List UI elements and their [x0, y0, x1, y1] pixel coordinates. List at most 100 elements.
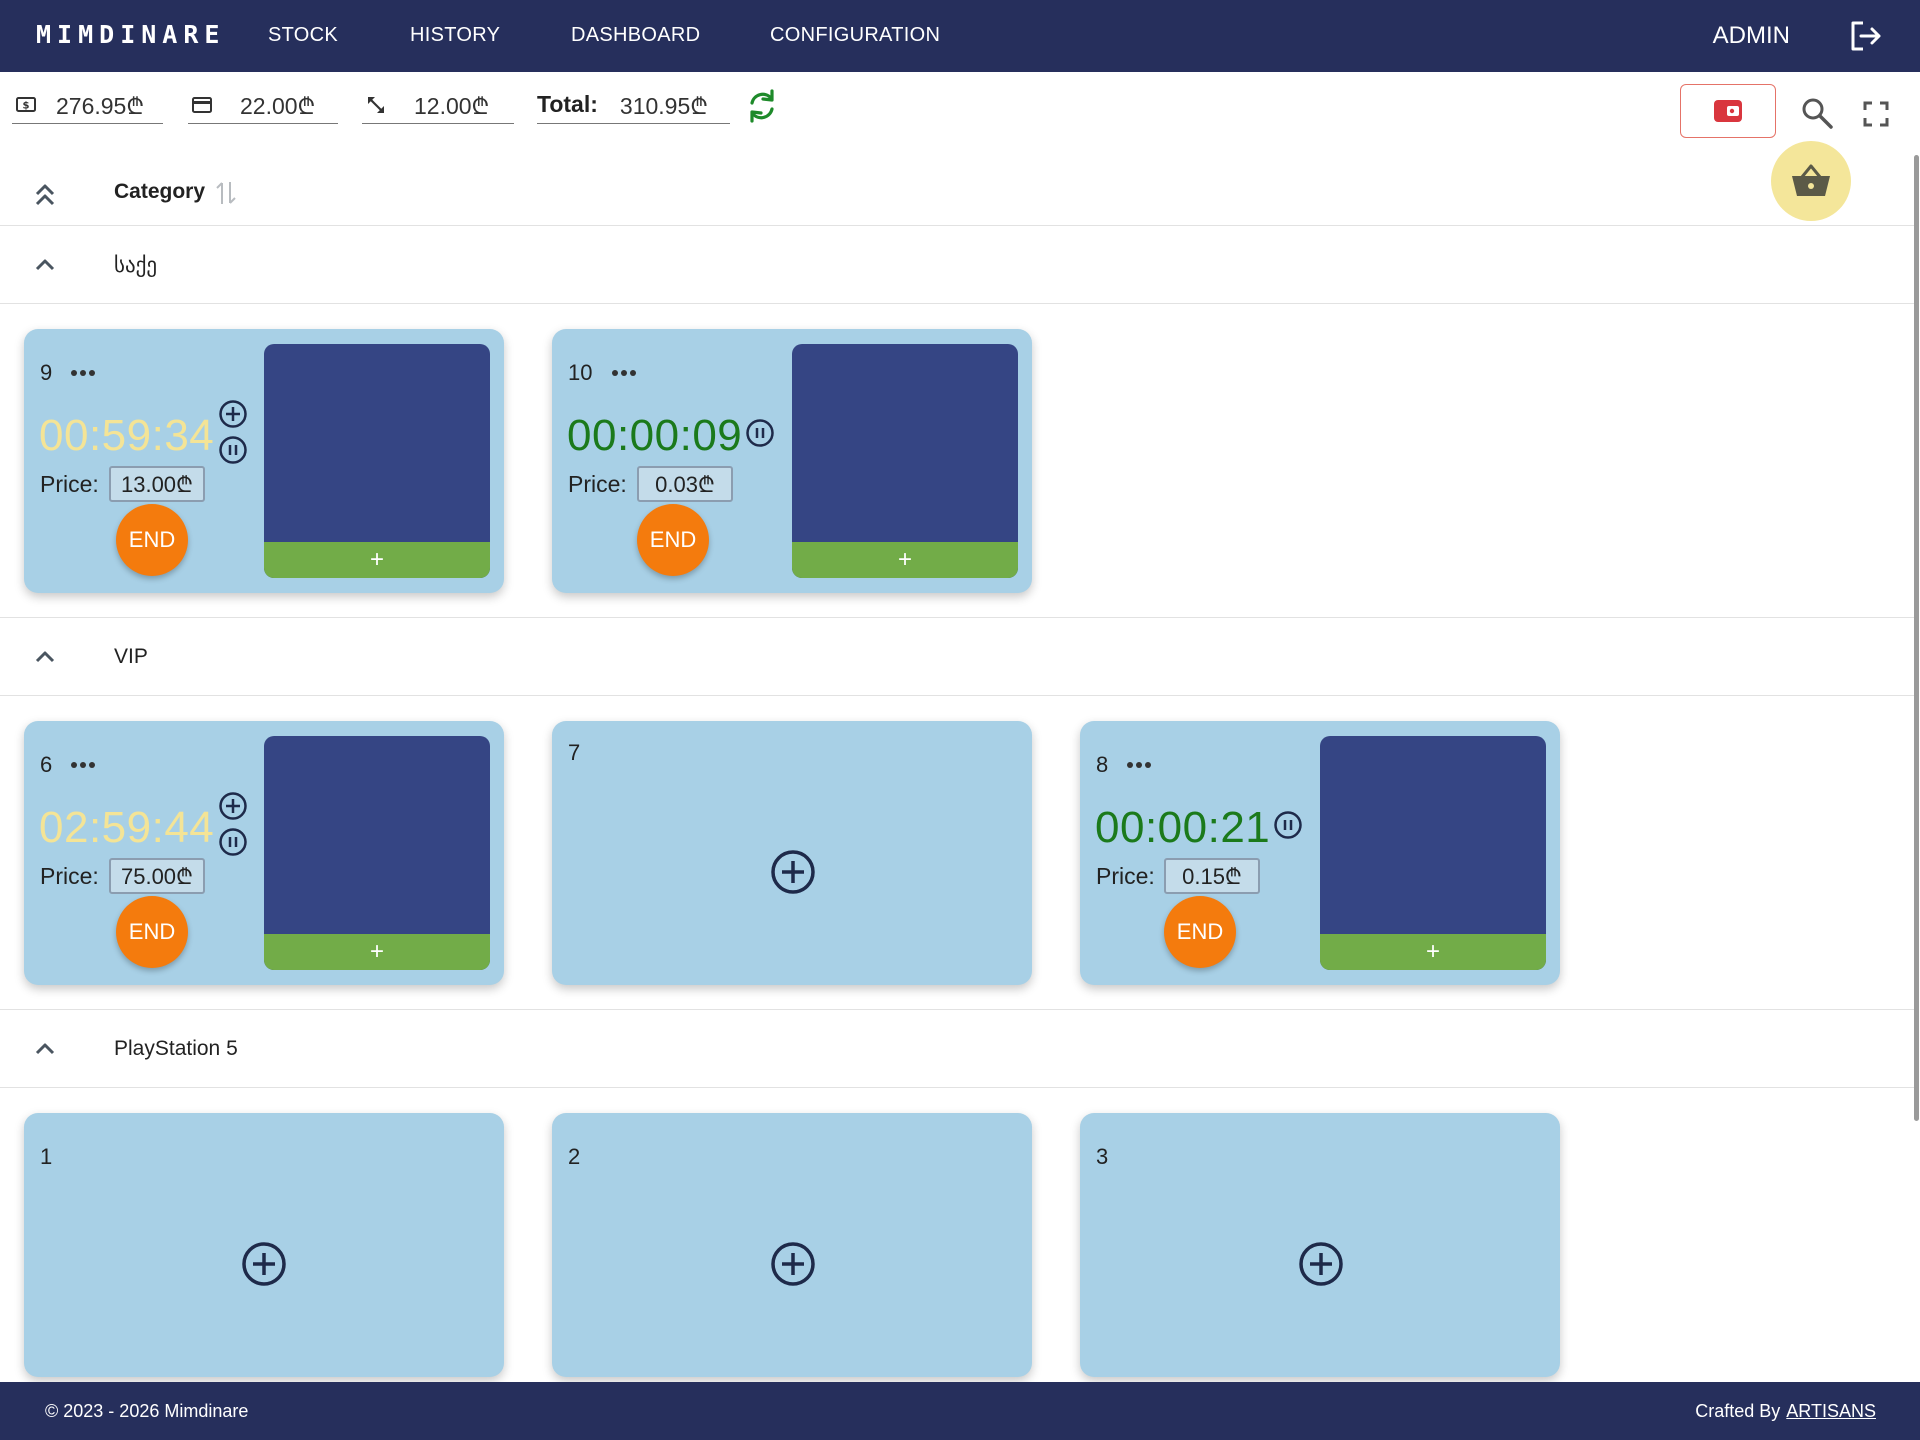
pause-circle-icon[interactable]	[1273, 810, 1303, 840]
end-session-button[interactable]: END	[116, 504, 188, 576]
transfer-icon	[368, 96, 384, 113]
pause-circle-icon[interactable]	[218, 827, 248, 857]
pause-circle-icon[interactable]	[218, 435, 248, 465]
logout-icon[interactable]	[1848, 18, 1884, 54]
cash-total-value: 276.95₾	[56, 92, 145, 119]
station-number: 6	[40, 752, 53, 777]
nav-dashboard[interactable]: DASHBOARD	[571, 24, 700, 47]
more-dots-icon[interactable]	[1126, 761, 1152, 769]
station-card-9[interactable]: 9 00:59:34 Price: 13.00₾ END +	[24, 329, 504, 593]
end-session-button[interactable]: END	[637, 504, 709, 576]
card-icon	[192, 96, 212, 113]
session-timer: 00:00:21	[1095, 803, 1271, 852]
crafted-by: Crafted By ARTISANS	[1695, 1401, 1876, 1422]
order-panel: +	[792, 344, 1018, 578]
plus-circle-icon[interactable]	[218, 791, 248, 821]
start-session-icon[interactable]	[770, 849, 816, 895]
more-dots-icon[interactable]	[611, 369, 637, 377]
user-name[interactable]: ADMIN	[1713, 22, 1790, 50]
copyright-text: © 2023 - 2026 Mimdinare	[45, 1401, 249, 1421]
nav-stock[interactable]: STOCK	[268, 24, 338, 47]
start-session-icon[interactable]	[1298, 1241, 1344, 1287]
price-value: 13.00₾	[109, 466, 205, 502]
app-root: MIMDINARE STOCK HISTORY DASHBOARD CONFIG…	[0, 0, 1920, 1440]
footer: © 2023 - 2026 Mimdinare Crafted By ARTISA…	[0, 1382, 1920, 1440]
group-cards-playstation-5: 1 2 3	[0, 1088, 1915, 1382]
station-card-3[interactable]: 3	[1080, 1113, 1560, 1377]
add-order-button[interactable]: +	[792, 542, 1018, 578]
price-value: 0.03₾	[637, 466, 733, 502]
station-card-1[interactable]: 1	[24, 1113, 504, 1377]
wallet-icon	[1714, 100, 1742, 122]
station-number: 2	[568, 1144, 581, 1169]
price-label: Price:	[40, 863, 99, 889]
group-header-playstation-5[interactable]: PlayStation 5	[0, 1010, 1915, 1088]
vertical-scrollbar[interactable]	[1914, 155, 1919, 1121]
group-header-vip[interactable]: VIP	[0, 618, 1915, 696]
brand-logo[interactable]: MIMDINARE	[36, 20, 225, 49]
crafted-by-label: Crafted By	[1695, 1401, 1781, 1421]
station-card-2[interactable]: 2	[552, 1113, 1032, 1377]
group-header-saqe[interactable]: საქე	[0, 226, 1915, 304]
group-cards-saqe: 9 00:59:34 Price: 13.00₾ END + 10 00:00:…	[0, 304, 1915, 618]
top-navbar: MIMDINARE STOCK HISTORY DASHBOARD CONFIG…	[0, 0, 1920, 72]
chevron-up-icon[interactable]	[32, 1036, 58, 1062]
add-order-button[interactable]: +	[264, 542, 490, 578]
grand-total-field: Total: 310.95₾	[537, 86, 730, 124]
group-name: PlayStation 5	[114, 1037, 238, 1060]
price-label: Price:	[1096, 863, 1155, 889]
category-column-title[interactable]: Category	[114, 180, 205, 204]
chevron-up-icon[interactable]	[32, 252, 58, 278]
station-number: 8	[1096, 752, 1109, 777]
refresh-icon[interactable]	[744, 88, 780, 124]
order-panel: +	[264, 344, 490, 578]
list-header: Category	[0, 160, 1915, 226]
start-session-icon[interactable]	[770, 1241, 816, 1287]
svg-text:$: $	[23, 100, 30, 111]
start-session-icon[interactable]	[241, 1241, 287, 1287]
plus-circle-icon[interactable]	[218, 399, 248, 429]
price-value: 75.00₾	[109, 858, 205, 894]
station-number: 3	[1096, 1144, 1109, 1169]
pause-circle-icon[interactable]	[745, 418, 775, 448]
price-label: Price:	[568, 471, 627, 497]
add-order-button[interactable]: +	[1320, 934, 1546, 970]
order-panel: +	[264, 736, 490, 970]
session-timer: 00:00:09	[567, 411, 743, 460]
total-label: Total:	[537, 91, 598, 117]
cash-total-field: $ 276.95₾	[12, 86, 163, 124]
collapse-all-icon[interactable]	[30, 180, 60, 210]
transfer-total-field: 12.00₾	[362, 86, 514, 124]
end-session-button[interactable]: END	[116, 896, 188, 968]
group-name: საქე	[114, 254, 158, 277]
station-number: 1	[40, 1144, 53, 1169]
price-value: 0.15₾	[1164, 858, 1260, 894]
add-order-button[interactable]: +	[264, 934, 490, 970]
more-dots-icon[interactable]	[70, 761, 96, 769]
station-card-8[interactable]: 8 00:00:21 Price: 0.15₾ END +	[1080, 721, 1560, 985]
card-total-field: 22.00₾	[188, 86, 338, 124]
session-timer: 00:59:34	[39, 411, 215, 460]
end-session-button[interactable]: END	[1164, 896, 1236, 968]
cash-icon: $	[16, 96, 36, 112]
artisans-link[interactable]: ARTISANS	[1786, 1401, 1876, 1421]
nav-configuration[interactable]: CONFIGURATION	[770, 24, 940, 47]
session-timer: 02:59:44	[39, 803, 215, 852]
group-name: VIP	[114, 645, 148, 668]
station-card-10[interactable]: 10 00:00:09 Price: 0.03₾ END +	[552, 329, 1032, 593]
price-label: Price:	[40, 471, 99, 497]
station-card-6[interactable]: 6 02:59:44 Price: 75.00₾ END +	[24, 721, 504, 985]
card-total-value: 22.00₾	[240, 92, 316, 119]
wallet-button[interactable]	[1680, 84, 1776, 138]
nav-history[interactable]: HISTORY	[410, 24, 500, 47]
chevron-up-icon[interactable]	[32, 644, 58, 670]
station-number: 10	[568, 360, 593, 385]
sort-icon[interactable]	[214, 180, 238, 206]
more-dots-icon[interactable]	[70, 369, 96, 377]
fullscreen-icon[interactable]	[1862, 100, 1890, 128]
summary-bar: $ 276.95₾ 22.00₾ 12.00₾ Total: 310.95₾	[0, 72, 1920, 150]
search-icon[interactable]	[1800, 96, 1834, 130]
station-card-7[interactable]: 7	[552, 721, 1032, 985]
order-panel: +	[1320, 736, 1546, 970]
transfer-total-value: 12.00₾	[414, 92, 490, 119]
